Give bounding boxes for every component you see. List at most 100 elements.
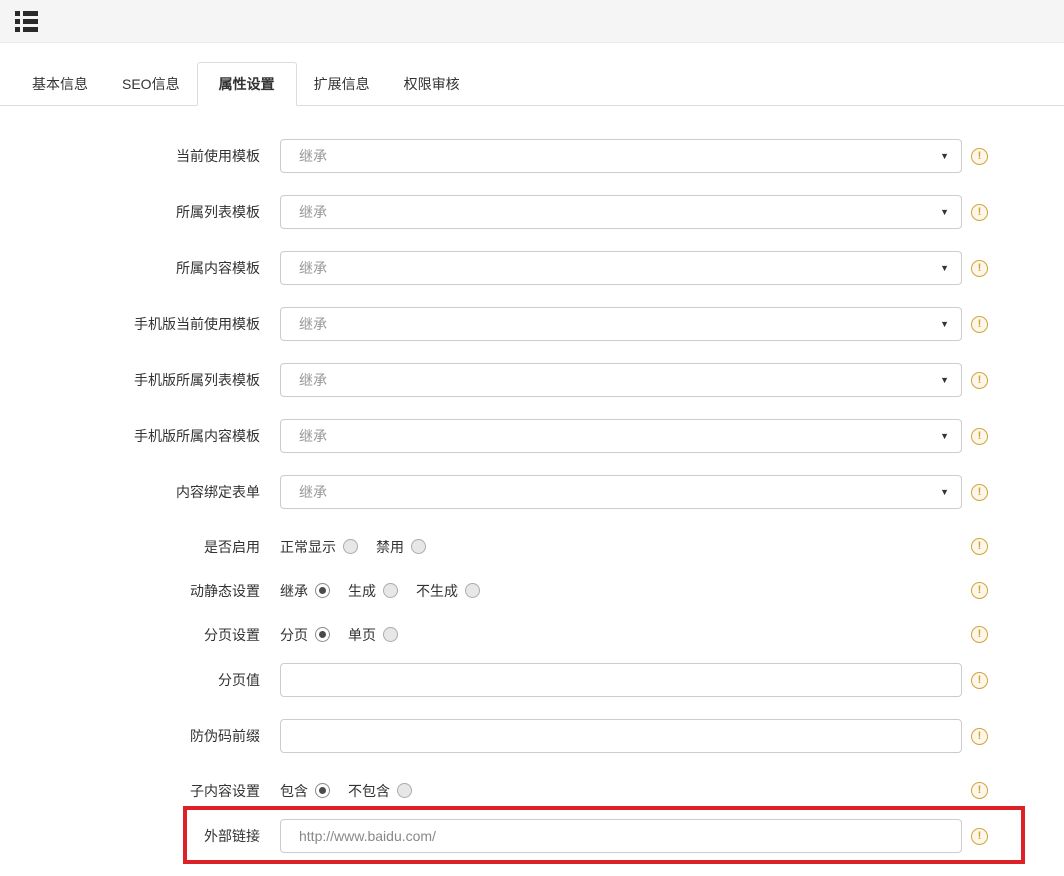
radio-option-include[interactable]: 包含 — [280, 781, 330, 801]
radio-label: 包含 — [280, 781, 308, 801]
field-current-template: 当前使用模板 继承 ▼ ! — [0, 139, 1064, 173]
field-label: 动静态设置 — [0, 581, 280, 601]
field-label: 防伪码前缀 — [0, 726, 280, 746]
field-label: 所属列表模板 — [0, 202, 280, 222]
field-content-template: 所属内容模板 继承 ▼ ! — [0, 251, 1064, 285]
tab-permission-review[interactable]: 权限审核 — [387, 62, 477, 106]
attribute-settings-form: 当前使用模板 继承 ▼ ! 所属列表模板 继承 ▼ ! 所属内容模板 继承 ▼ — [0, 106, 1064, 853]
chevron-down-icon: ▼ — [940, 264, 949, 273]
radio-option-normal-display[interactable]: 正常显示 — [280, 537, 358, 557]
field-label: 手机版当前使用模板 — [0, 314, 280, 334]
field-label: 当前使用模板 — [0, 146, 280, 166]
radio-label: 禁用 — [376, 537, 404, 557]
field-enable-status: 是否启用 正常显示 禁用 ! — [0, 531, 1064, 562]
tab-attribute-settings[interactable]: 属性设置 — [197, 62, 297, 106]
chevron-down-icon: ▼ — [940, 488, 949, 497]
field-label: 手机版所属内容模板 — [0, 426, 280, 446]
radio-option-exclude[interactable]: 不包含 — [348, 781, 412, 801]
tab-extended-info[interactable]: 扩展信息 — [297, 62, 387, 106]
tab-seo-info[interactable]: SEO信息 — [105, 62, 197, 106]
field-mobile-list-template: 手机版所属列表模板 继承 ▼ ! — [0, 363, 1064, 397]
radio-label: 单页 — [348, 625, 376, 645]
radio-option-paged[interactable]: 分页 — [280, 625, 330, 645]
list-template-select[interactable]: 继承 ▼ — [280, 195, 962, 229]
chevron-down-icon: ▼ — [940, 320, 949, 329]
field-content-bind-form: 内容绑定表单 继承 ▼ ! — [0, 475, 1064, 509]
radio-button[interactable] — [383, 627, 398, 642]
radio-option-single-page[interactable]: 单页 — [348, 625, 398, 645]
field-label: 外部链接 — [0, 826, 280, 846]
field-mobile-current-template: 手机版当前使用模板 继承 ▼ ! — [0, 307, 1064, 341]
external-link-input[interactable] — [280, 819, 962, 853]
radio-option-inherit[interactable]: 继承 — [280, 581, 330, 601]
radio-button[interactable] — [315, 583, 330, 598]
chevron-down-icon: ▼ — [940, 152, 949, 161]
select-value: 继承 — [299, 202, 327, 222]
radio-option-no-generate[interactable]: 不生成 — [416, 581, 480, 601]
radio-button[interactable] — [411, 539, 426, 554]
chevron-down-icon: ▼ — [940, 376, 949, 385]
warning-icon: ! — [971, 316, 988, 333]
warning-icon: ! — [971, 260, 988, 277]
warning-icon: ! — [971, 626, 988, 643]
mobile-current-template-select[interactable]: 继承 ▼ — [280, 307, 962, 341]
mobile-content-template-select[interactable]: 继承 ▼ — [280, 419, 962, 453]
chevron-down-icon: ▼ — [940, 208, 949, 217]
radio-label: 正常显示 — [280, 537, 336, 557]
select-value: 继承 — [299, 146, 327, 166]
select-value: 继承 — [299, 370, 327, 390]
radio-button[interactable] — [343, 539, 358, 554]
field-label: 分页设置 — [0, 625, 280, 645]
top-bar — [0, 0, 1064, 43]
field-label: 所属内容模板 — [0, 258, 280, 278]
warning-icon: ! — [971, 372, 988, 389]
field-label: 内容绑定表单 — [0, 482, 280, 502]
select-value: 继承 — [299, 482, 327, 502]
warning-icon: ! — [971, 728, 988, 745]
field-label: 手机版所属列表模板 — [0, 370, 280, 390]
list-menu-icon[interactable] — [15, 11, 38, 32]
warning-icon: ! — [971, 428, 988, 445]
radio-label: 继承 — [280, 581, 308, 601]
current-template-select[interactable]: 继承 ▼ — [280, 139, 962, 173]
warning-icon: ! — [971, 782, 988, 799]
radio-label: 分页 — [280, 625, 308, 645]
radio-label: 生成 — [348, 581, 376, 601]
content-bind-form-select[interactable]: 继承 ▼ — [280, 475, 962, 509]
select-value: 继承 — [299, 258, 327, 278]
warning-icon: ! — [971, 148, 988, 165]
chevron-down-icon: ▼ — [940, 432, 949, 441]
warning-icon: ! — [971, 484, 988, 501]
warning-icon: ! — [971, 204, 988, 221]
anti-fake-prefix-input[interactable] — [280, 719, 962, 753]
select-value: 继承 — [299, 314, 327, 334]
content-template-select[interactable]: 继承 ▼ — [280, 251, 962, 285]
select-value: 继承 — [299, 426, 327, 446]
field-pagination-value: 分页值 ! — [0, 663, 1064, 697]
field-static-setting: 动静态设置 继承 生成 不生成 ! — [0, 575, 1064, 606]
field-label: 是否启用 — [0, 537, 280, 557]
radio-label: 不包含 — [348, 781, 390, 801]
field-pagination-setting: 分页设置 分页 单页 ! — [0, 619, 1064, 650]
mobile-list-template-select[interactable]: 继承 ▼ — [280, 363, 962, 397]
tab-basic-info[interactable]: 基本信息 — [15, 62, 105, 106]
tab-bar: 基本信息 SEO信息 属性设置 扩展信息 权限审核 — [0, 62, 1064, 106]
radio-button[interactable] — [397, 783, 412, 798]
pagination-value-input[interactable] — [280, 663, 962, 697]
radio-button[interactable] — [465, 583, 480, 598]
radio-label: 不生成 — [416, 581, 458, 601]
warning-icon: ! — [971, 582, 988, 599]
radio-option-disabled[interactable]: 禁用 — [376, 537, 426, 557]
field-label: 子内容设置 — [0, 781, 280, 801]
field-mobile-content-template: 手机版所属内容模板 继承 ▼ ! — [0, 419, 1064, 453]
radio-button[interactable] — [315, 783, 330, 798]
field-list-template: 所属列表模板 继承 ▼ ! — [0, 195, 1064, 229]
warning-icon: ! — [971, 828, 988, 845]
warning-icon: ! — [971, 672, 988, 689]
radio-button[interactable] — [315, 627, 330, 642]
field-label: 分页值 — [0, 670, 280, 690]
field-anti-fake-prefix: 防伪码前缀 ! — [0, 719, 1064, 753]
radio-button[interactable] — [383, 583, 398, 598]
radio-option-generate[interactable]: 生成 — [348, 581, 398, 601]
field-external-link: 外部链接 ! — [0, 819, 1064, 853]
